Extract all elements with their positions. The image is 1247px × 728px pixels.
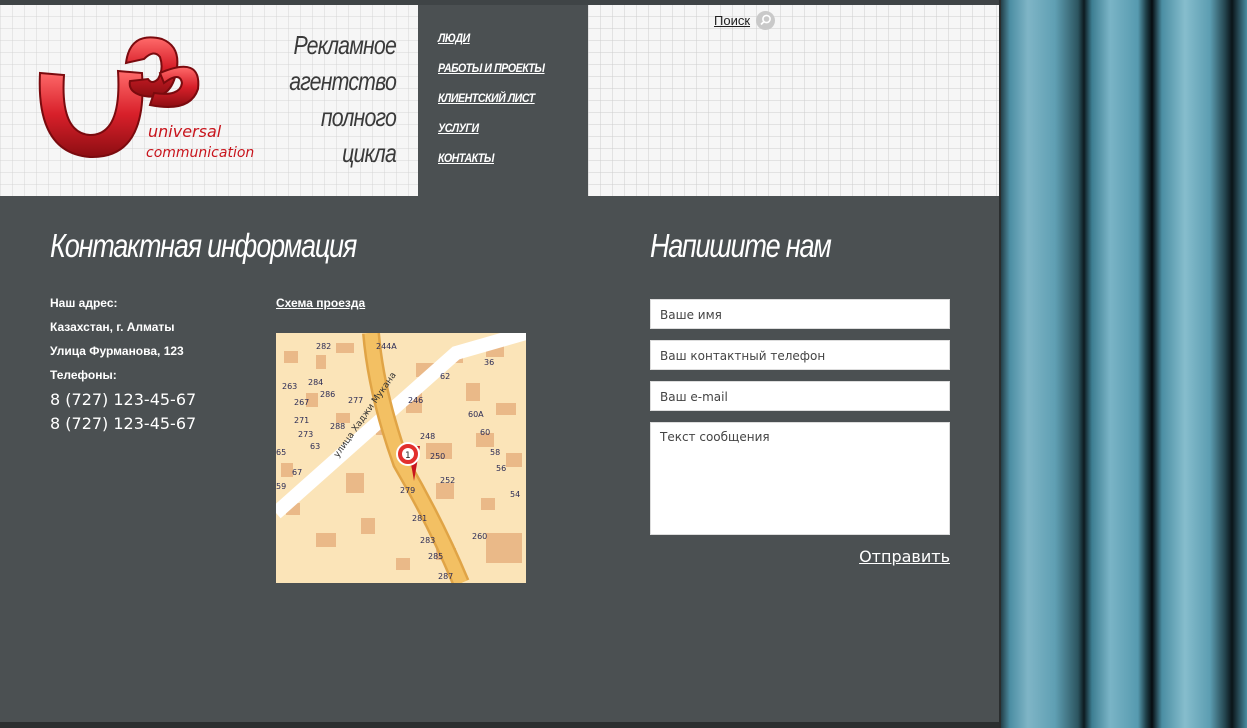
map-house-number: 288 — [330, 422, 345, 431]
directions-map-link[interactable]: Схема проезда — [276, 296, 365, 310]
tagline-line: Рекламное — [293, 30, 397, 60]
map-marker-label: 1 — [405, 451, 411, 461]
map-house-number: 36 — [484, 358, 494, 367]
submit-button[interactable]: Отправить — [859, 547, 950, 566]
nav-item-contacts[interactable]: КОНТАКТЫ — [438, 151, 494, 165]
phones-label: Телефоны: — [50, 368, 117, 382]
map-house-number: 260 — [472, 532, 487, 541]
tagline-line: цикла — [342, 138, 397, 168]
map-house-number: 283 — [420, 536, 435, 545]
map-house-number: 244A — [376, 342, 397, 351]
address-label: Наш адрес: — [50, 296, 118, 310]
map-house-number: 287 — [438, 572, 453, 581]
phone-input[interactable]: Ваш контактный телефон — [650, 340, 950, 370]
footer-bar — [0, 722, 1000, 728]
map-house-number: 273 — [298, 430, 313, 439]
map-house-number: 271 — [294, 416, 309, 425]
map-house-number: 282 — [316, 342, 331, 351]
map-house-number: 59 — [276, 482, 286, 491]
phone-number: 8 (727) 123-45-67 — [50, 414, 197, 433]
map-house-number: 54 — [510, 490, 520, 499]
search-icon[interactable] — [756, 11, 775, 30]
map-house-number: 284 — [308, 378, 323, 387]
site-container: universal communication Рекламное агентс… — [0, 0, 1001, 728]
address-line: Казахстан, г. Алматы — [50, 320, 175, 334]
search-link[interactable]: Поиск — [714, 13, 750, 28]
map-house-number: 285 — [428, 552, 443, 561]
map-house-number: 67 — [292, 468, 302, 477]
nav-item-people[interactable]: ЛЮДИ — [438, 31, 470, 45]
tagline-line: полного — [320, 102, 397, 132]
background-curtain — [1000, 0, 1247, 728]
map-house-number: 267 — [294, 398, 309, 407]
tagline-line: агентство — [289, 66, 397, 96]
contact-heading: Контактная информация — [50, 227, 357, 264]
map-house-number: 65 — [276, 448, 286, 457]
map-house-number: 60A — [468, 410, 484, 419]
address-line: Улица Фурманова, 123 — [50, 344, 184, 358]
map-house-number: 58 — [490, 448, 500, 457]
map-house-number: 56 — [496, 464, 506, 473]
phone-number: 8 (727) 123-45-67 — [50, 390, 197, 409]
map-house-number: 60 — [480, 428, 490, 437]
location-map[interactable]: улица Хаджи Мукана 282 244A 36 263 284 62 267 2… — [276, 333, 526, 583]
map-house-number: 263 — [282, 382, 297, 391]
main-nav: ЛЮДИ РАБОТЫ И ПРОЕКТЫ КЛИЕНТСКИЙ ЛИСТ УС… — [418, 5, 588, 196]
header-pattern — [588, 5, 1000, 196]
map-house-number: 250 — [430, 452, 445, 461]
form-heading: Напишите нам — [650, 227, 832, 264]
nav-item-works-projects[interactable]: РАБОТЫ И ПРОЕКТЫ — [438, 61, 545, 75]
message-textarea[interactable]: Текст сообщения — [650, 422, 950, 535]
logo-text-universal: universal — [148, 122, 222, 141]
map-house-number: 62 — [440, 372, 450, 381]
nav-item-services[interactable]: УСЛУГИ — [438, 121, 479, 135]
email-input[interactable]: Ваш e-mail — [650, 381, 950, 411]
agency-tagline: Рекламное агентство полного цикла — [236, 27, 397, 171]
name-input[interactable]: Ваше имя — [650, 299, 950, 329]
map-house-number: 279 — [400, 486, 415, 495]
site-edge-divider — [999, 0, 1001, 728]
map-house-number: 281 — [412, 514, 427, 523]
map-house-number: 252 — [440, 476, 455, 485]
header-branding: universal communication Рекламное агентс… — [0, 5, 418, 196]
map-house-number: 277 — [348, 396, 363, 405]
map-house-number: 248 — [420, 432, 435, 441]
nav-item-client-list[interactable]: КЛИЕНТСКИЙ ЛИСТ — [438, 91, 535, 105]
map-house-number: 63 — [310, 442, 320, 451]
map-house-number: 246 — [408, 396, 423, 405]
map-house-number: 286 — [320, 390, 335, 399]
